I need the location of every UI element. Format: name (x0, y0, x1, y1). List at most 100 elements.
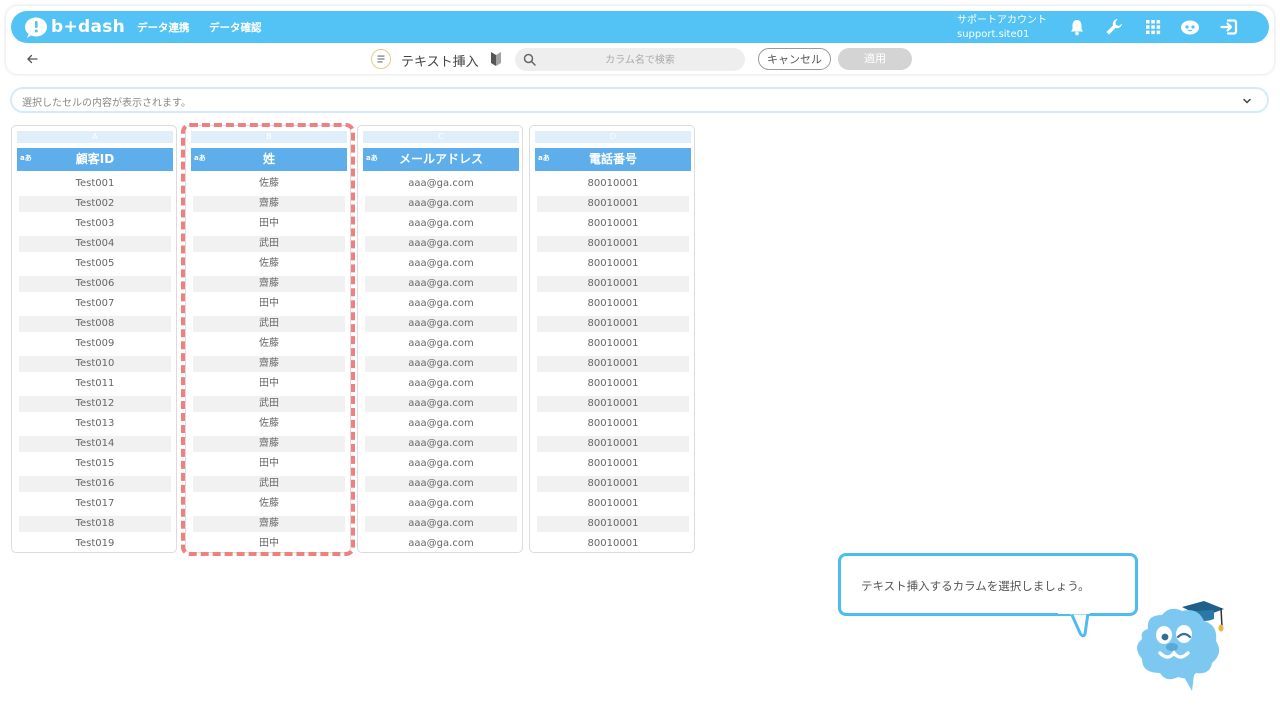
table-cell[interactable]: aaa@ga.com (365, 376, 517, 392)
table-cell[interactable]: aaa@ga.com (365, 496, 517, 512)
table-cell[interactable]: aaa@ga.com (365, 316, 517, 332)
table-cell[interactable]: 80010001 (537, 496, 689, 512)
column-header[interactable]: aあ 姓 (191, 148, 347, 171)
table-cell[interactable]: aaa@ga.com (365, 356, 517, 372)
nav-link-data-check[interactable]: データ確認 (209, 20, 262, 35)
table-cell[interactable]: 齋藤 (193, 436, 345, 452)
table-cell[interactable]: Test009 (19, 336, 171, 352)
table-cell[interactable]: 佐藤 (193, 416, 345, 432)
table-cell[interactable]: 齋藤 (193, 196, 345, 212)
table-cell[interactable]: 80010001 (537, 196, 689, 212)
table-cell[interactable]: aaa@ga.com (365, 516, 517, 532)
table-cell[interactable]: 80010001 (537, 476, 689, 492)
table-cell[interactable]: 齋藤 (193, 276, 345, 292)
table-cell[interactable]: aaa@ga.com (365, 216, 517, 232)
table-cell[interactable]: Test015 (19, 456, 171, 472)
table-cell[interactable]: aaa@ga.com (365, 396, 517, 412)
apply-button[interactable]: 適用 (838, 48, 912, 70)
table-cell[interactable]: 80010001 (537, 236, 689, 252)
table-cell[interactable]: 武田 (193, 316, 345, 332)
table-cell[interactable]: Test011 (19, 376, 171, 392)
table-cell[interactable]: aaa@ga.com (365, 336, 517, 352)
column-d[interactable]: Daあ 電話番号 80010001 80010001 80010001 80010001 8… (529, 125, 695, 553)
account-info[interactable]: サポートアカウント support.site01 (957, 14, 1047, 42)
table-cell[interactable]: Test007 (19, 296, 171, 312)
table-cell[interactable]: aaa@ga.com (365, 536, 517, 552)
table-cell[interactable]: aaa@ga.com (365, 296, 517, 312)
table-cell[interactable]: Test018 (19, 516, 171, 532)
table-cell[interactable]: aaa@ga.com (365, 436, 517, 452)
table-cell[interactable]: 田中 (193, 456, 345, 472)
table-cell[interactable]: Test016 (19, 476, 171, 492)
table-cell[interactable]: aaa@ga.com (365, 256, 517, 272)
table-cell[interactable]: Test014 (19, 436, 171, 452)
cancel-button[interactable]: キャンセル (758, 48, 831, 70)
chevron-down-icon[interactable] (1241, 95, 1253, 107)
wrench-icon[interactable] (1103, 16, 1125, 38)
table-cell[interactable]: aaa@ga.com (365, 196, 517, 212)
search-input[interactable] (543, 51, 737, 69)
nav-link-data-integration[interactable]: データ連携 (137, 20, 190, 35)
table-cell[interactable]: 佐藤 (193, 336, 345, 352)
cell-content-bar[interactable]: 選択したセルの内容が表示されます。 (10, 87, 1269, 113)
table-cell[interactable]: 齋藤 (193, 356, 345, 372)
table-cell[interactable]: 田中 (193, 536, 345, 552)
logout-icon[interactable] (1218, 16, 1240, 38)
table-cell[interactable]: aaa@ga.com (365, 176, 517, 192)
table-cell[interactable]: aaa@ga.com (365, 416, 517, 432)
column-header[interactable]: aあ 顧客ID (17, 148, 173, 171)
table-cell[interactable]: Test013 (19, 416, 171, 432)
table-cell[interactable]: 田中 (193, 296, 345, 312)
apps-grid-icon[interactable] (1142, 16, 1164, 38)
table-cell[interactable]: Test017 (19, 496, 171, 512)
table-cell[interactable]: Test001 (19, 176, 171, 192)
bell-icon[interactable] (1066, 16, 1088, 38)
table-cell[interactable]: Test003 (19, 216, 171, 232)
beginner-mark-icon[interactable] (489, 51, 503, 67)
table-cell[interactable]: Test012 (19, 396, 171, 412)
table-cell[interactable]: 80010001 (537, 536, 689, 552)
table-cell[interactable]: Test004 (19, 236, 171, 252)
table-cell[interactable]: 80010001 (537, 216, 689, 232)
table-cell[interactable]: 80010001 (537, 416, 689, 432)
table-cell[interactable]: 田中 (193, 216, 345, 232)
table-cell[interactable]: 武田 (193, 236, 345, 252)
table-cell[interactable]: 武田 (193, 476, 345, 492)
column-a[interactable]: Aaあ 顧客ID Test001 Test002 Test003 Test004 Test0… (11, 125, 177, 553)
logo[interactable]: b+dash (23, 15, 125, 39)
table-cell[interactable]: 80010001 (537, 316, 689, 332)
table-cell[interactable]: Test005 (19, 256, 171, 272)
table-cell[interactable]: 齋藤 (193, 516, 345, 532)
column-c[interactable]: Caあ メールアドレス aaa@ga.com aaa@ga.com aaa@ga.com… (357, 125, 523, 553)
column-search[interactable] (515, 48, 745, 71)
column-header[interactable]: aあ メールアドレス (363, 148, 519, 171)
table-cell[interactable]: Test002 (19, 196, 171, 212)
table-cell[interactable]: 佐藤 (193, 176, 345, 192)
column-header[interactable]: aあ 電話番号 (535, 148, 691, 171)
table-cell[interactable]: 80010001 (537, 336, 689, 352)
table-cell[interactable]: 田中 (193, 376, 345, 392)
table-cell[interactable]: 武田 (193, 396, 345, 412)
table-cell[interactable]: 80010001 (537, 276, 689, 292)
back-arrow-icon[interactable] (24, 50, 42, 68)
mascot-icon[interactable] (1179, 16, 1201, 38)
table-cell[interactable]: 80010001 (537, 396, 689, 412)
table-cell[interactable]: aaa@ga.com (365, 476, 517, 492)
table-cell[interactable]: 80010001 (537, 176, 689, 192)
table-cell[interactable]: 80010001 (537, 256, 689, 272)
table-cell[interactable]: Test008 (19, 316, 171, 332)
table-cell[interactable]: aaa@ga.com (365, 276, 517, 292)
table-cell[interactable]: Test006 (19, 276, 171, 292)
table-cell[interactable]: 80010001 (537, 356, 689, 372)
column-b[interactable]: Baあ姓佐藤 齋藤 田中 武田 佐藤 齋藤 田中 武田 佐藤 齋藤 田中 武田 佐藤 齋藤 田中 武田 佐藤 齋藤… (185, 125, 351, 553)
table-cell[interactable]: 80010001 (537, 456, 689, 472)
table-cell[interactable]: 80010001 (537, 516, 689, 532)
table-cell[interactable]: Test019 (19, 536, 171, 552)
table-cell[interactable]: aaa@ga.com (365, 456, 517, 472)
table-cell[interactable]: aaa@ga.com (365, 236, 517, 252)
table-cell[interactable]: Test010 (19, 356, 171, 372)
table-cell[interactable]: 80010001 (537, 376, 689, 392)
table-cell[interactable]: 80010001 (537, 296, 689, 312)
table-cell[interactable]: 佐藤 (193, 256, 345, 272)
table-cell[interactable]: 80010001 (537, 436, 689, 452)
